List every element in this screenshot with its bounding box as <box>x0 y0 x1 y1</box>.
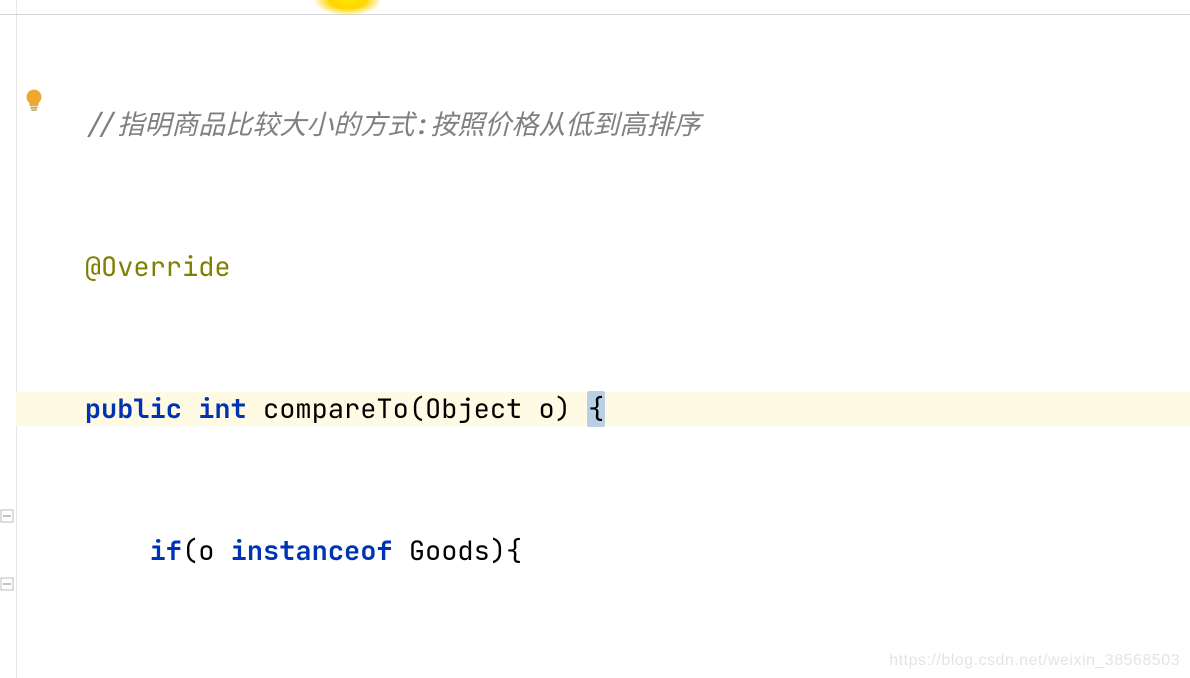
identifier: o <box>198 533 214 569</box>
kw: if <box>150 533 182 569</box>
comment: //指明商品比较大小的方式:按照价格从低到高排序 <box>85 107 701 143</box>
code-area[interactable]: //指明商品比较大小的方式:按照价格从低到高排序 @Override publi… <box>16 0 1190 678</box>
identifier: Goods <box>409 533 490 569</box>
identifier: compareTo <box>263 391 409 427</box>
fold-handle[interactable] <box>0 496 14 510</box>
annotation: @Override <box>85 249 231 285</box>
punct: ( <box>409 391 425 427</box>
intention-bulb-icon[interactable] <box>22 88 46 112</box>
kw: int <box>198 391 247 427</box>
kw: public <box>85 391 182 427</box>
punct: ) <box>490 533 506 569</box>
identifier: Object <box>425 391 522 427</box>
code-line[interactable]: @Override <box>16 250 1190 284</box>
code-line[interactable]: if(o instanceof Goods){ <box>16 534 1190 568</box>
identifier: o <box>538 391 554 427</box>
fold-handle[interactable] <box>0 564 14 578</box>
code-line-current[interactable]: public int compareTo(Object o) { <box>16 392 1190 426</box>
punct: { <box>506 533 522 569</box>
punct: ( <box>182 533 198 569</box>
brace-match: { <box>587 391 605 427</box>
code-editor[interactable]: //指明商品比较大小的方式:按照价格从低到高排序 @Override publi… <box>0 0 1190 678</box>
kw: instanceof <box>231 533 393 569</box>
punct: ) <box>555 391 571 427</box>
code-line[interactable]: //指明商品比较大小的方式:按照价格从低到高排序 <box>16 108 1190 142</box>
